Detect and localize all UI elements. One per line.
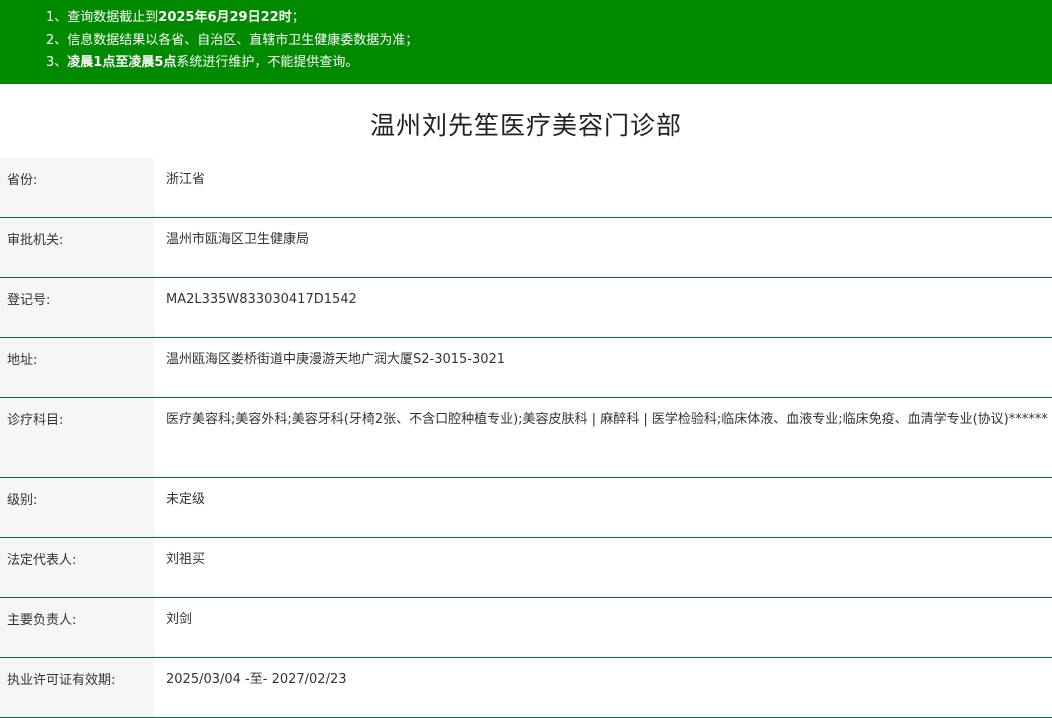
row-value: 医疗美容科;美容外科;美容牙科(牙椅2张、不含口腔种植专业);美容皮肤科 | 麻… <box>154 397 1052 478</box>
row-label: 主要负责人: <box>0 597 154 658</box>
row-label: 法定代表人: <box>0 537 154 598</box>
table-row: 审批机关: 温州市瓯海区卫生健康局 <box>0 217 1052 278</box>
table-row: 执业许可证有效期: 2025/03/04 -至- 2027/02/23 <box>0 657 1052 718</box>
info-table: 省份: 浙江省 审批机关: 温州市瓯海区卫生健康局 登记号: MA2L335W8330… <box>0 158 1052 718</box>
row-label: 诊疗科目: <box>0 397 154 478</box>
row-label: 地址: <box>0 337 154 398</box>
notice-line-2: 2、信息数据结果以各省、自治区、直辖市卫生健康委数据为准； <box>46 30 1052 53</box>
row-value: 2025/03/04 -至- 2027/02/23 <box>154 657 1052 718</box>
notice-text: 3、 <box>46 55 68 70</box>
notice-text: 1、查询数据截止到 <box>46 10 159 25</box>
row-label: 执业许可证有效期: <box>0 657 154 718</box>
table-row: 地址: 温州瓯海区娄桥街道中庚漫游天地广润大厦S2-3015-3021 <box>0 337 1052 398</box>
row-label: 审批机关: <box>0 217 154 278</box>
row-value: 温州瓯海区娄桥街道中庚漫游天地广润大厦S2-3015-3021 <box>154 337 1052 398</box>
row-value: 刘剑 <box>154 597 1052 658</box>
notice-line-1: 1、查询数据截止到2025年6月29日22时； <box>46 7 1052 30</box>
notice-text: ； <box>291 10 305 25</box>
row-label: 登记号: <box>0 277 154 338</box>
table-row: 省份: 浙江省 <box>0 158 1052 218</box>
row-label: 省份: <box>0 158 154 218</box>
table-row: 法定代表人: 刘祖买 <box>0 537 1052 598</box>
table-row: 登记号: MA2L335W833030417D1542 <box>0 277 1052 338</box>
row-value: 浙江省 <box>154 158 1052 218</box>
notice-bold: 2025年6月29日22时 <box>158 10 292 25</box>
notice-text: 系统进行维护，不能提供查询。 <box>176 55 359 70</box>
notice-banner: 1、查询数据截止到2025年6月29日22时； 2、信息数据结果以各省、自治区、… <box>0 0 1052 84</box>
notice-line-3: 3、凌晨1点至凌晨5点系统进行维护，不能提供查询。 <box>46 52 1052 75</box>
row-value: 温州市瓯海区卫生健康局 <box>154 217 1052 278</box>
row-value: 刘祖买 <box>154 537 1052 598</box>
row-label: 级别: <box>0 477 154 538</box>
page-title: 温州刘先笙医疗美容门诊部 <box>369 111 682 140</box>
notice-bold: 凌晨1点至凌晨5点 <box>67 55 177 70</box>
table-row: 主要负责人: 刘剑 <box>0 597 1052 658</box>
row-value: 未定级 <box>154 477 1052 538</box>
table-row: 级别: 未定级 <box>0 477 1052 538</box>
table-row: 诊疗科目: 医疗美容科;美容外科;美容牙科(牙椅2张、不含口腔种植专业);美容皮肤… <box>0 397 1052 478</box>
row-value: MA2L335W833030417D1542 <box>154 277 1052 338</box>
notice-text: 2、信息数据结果以各省、自治区、直辖市卫生健康委数据为准； <box>46 32 419 48</box>
